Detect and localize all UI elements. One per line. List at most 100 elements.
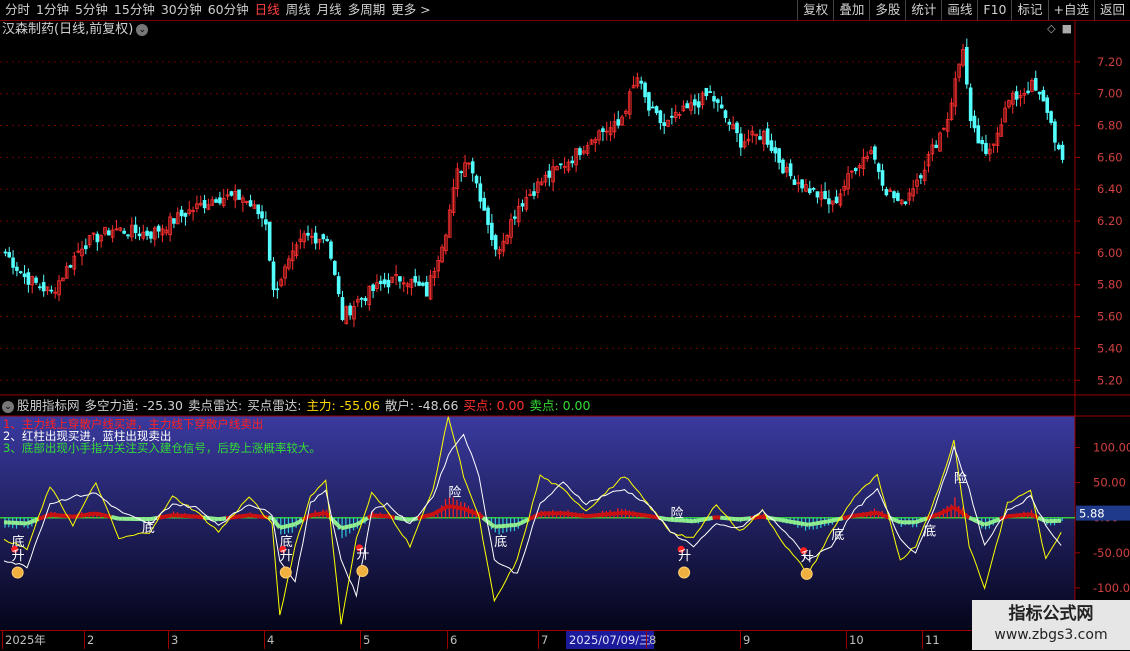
candle-38 bbox=[150, 231, 153, 243]
candle-132 bbox=[510, 213, 513, 244]
candle-body bbox=[1054, 122, 1057, 142]
candle-135 bbox=[521, 200, 524, 212]
candle-94 bbox=[364, 296, 367, 305]
candle-body bbox=[414, 277, 417, 283]
trend-segment-234 bbox=[896, 521, 900, 523]
candle-268 bbox=[1031, 78, 1034, 92]
trend-segment-260 bbox=[996, 519, 1000, 520]
candle-body bbox=[157, 226, 160, 231]
trend-segment-7 bbox=[27, 522, 31, 524]
price-label-5: 6.20 bbox=[1097, 214, 1123, 228]
candle-213 bbox=[820, 184, 823, 207]
candle-body bbox=[230, 192, 233, 196]
candle-2 bbox=[12, 250, 15, 274]
candle-body bbox=[977, 126, 980, 143]
candle-26 bbox=[104, 227, 107, 236]
candle-body bbox=[38, 287, 41, 288]
price-label-0: 7.20 bbox=[1097, 55, 1123, 69]
candle-body bbox=[418, 282, 421, 285]
candle-193 bbox=[743, 134, 746, 149]
finger-icon-4 bbox=[801, 568, 812, 579]
trend-segment-208 bbox=[797, 523, 801, 524]
candle-92 bbox=[356, 296, 359, 307]
candle-265 bbox=[1019, 90, 1022, 106]
candle-138 bbox=[533, 183, 536, 200]
candle-body bbox=[904, 202, 907, 204]
candle-body bbox=[1057, 145, 1060, 149]
candle-body bbox=[1034, 79, 1037, 91]
candle-18 bbox=[73, 252, 76, 275]
osc-label-1: 50.00 bbox=[1093, 476, 1126, 490]
candle-body bbox=[15, 267, 18, 270]
candle-259 bbox=[996, 127, 999, 152]
trend-segment-249 bbox=[954, 507, 958, 510]
trend-segment-83 bbox=[318, 514, 322, 515]
trend-segment-115 bbox=[441, 508, 445, 510]
candle-body bbox=[460, 172, 463, 173]
candle-body bbox=[337, 277, 340, 294]
date-label-9: 9 bbox=[740, 631, 750, 649]
indicator-field-1: 卖点雷达: bbox=[188, 398, 242, 413]
candle-111 bbox=[429, 270, 432, 300]
candle-158 bbox=[609, 121, 612, 141]
candle-180 bbox=[693, 94, 696, 114]
candle-134 bbox=[517, 198, 520, 227]
candle-body bbox=[824, 191, 827, 198]
candle-151 bbox=[582, 146, 585, 156]
candle-139 bbox=[536, 178, 539, 198]
candle-body bbox=[276, 289, 279, 290]
candle-body bbox=[1042, 90, 1045, 101]
candle-126 bbox=[487, 205, 490, 233]
candle-60 bbox=[234, 184, 237, 208]
candle-body bbox=[782, 160, 785, 173]
candle-body bbox=[379, 281, 382, 283]
candle-body bbox=[770, 141, 773, 151]
candle-133 bbox=[513, 210, 516, 225]
candle-257 bbox=[988, 143, 991, 161]
candle-body bbox=[789, 164, 792, 176]
candle-214 bbox=[824, 182, 827, 199]
candle-206 bbox=[793, 176, 796, 185]
trend-segment-92 bbox=[353, 525, 357, 526]
trend-segment-119 bbox=[456, 507, 460, 508]
candle-body bbox=[919, 176, 922, 178]
trend-segment-58 bbox=[222, 518, 226, 519]
candle-115 bbox=[444, 233, 447, 254]
bottom-marker-1: 底 bbox=[142, 520, 155, 536]
candle-body bbox=[801, 180, 804, 188]
candle-144 bbox=[556, 165, 559, 170]
indicator-field-4: 散户: -48.66 bbox=[385, 398, 458, 413]
candle-272 bbox=[1046, 95, 1049, 120]
candle-178 bbox=[686, 100, 689, 108]
date-label-2: 3 bbox=[168, 631, 178, 649]
trend-segment-204 bbox=[782, 520, 786, 521]
trend-segment-182 bbox=[697, 520, 701, 521]
candle-245 bbox=[942, 127, 945, 130]
candle-body bbox=[215, 200, 218, 203]
candle-121 bbox=[467, 162, 470, 169]
candle-42 bbox=[165, 226, 168, 236]
candle-body bbox=[873, 147, 876, 159]
candle-body bbox=[261, 212, 264, 218]
candle-20 bbox=[81, 241, 84, 265]
candle-57 bbox=[222, 189, 225, 207]
candle-body bbox=[349, 306, 352, 315]
candle-172 bbox=[663, 114, 666, 134]
chevron-down-icon[interactable]: ⌄ bbox=[2, 401, 14, 413]
trend-segment-240 bbox=[919, 520, 923, 521]
candle-110 bbox=[425, 276, 428, 296]
candle-243 bbox=[935, 140, 938, 148]
candle-body bbox=[69, 265, 72, 267]
candle-16 bbox=[65, 262, 68, 278]
trend-segment-166 bbox=[636, 514, 640, 515]
candle-229 bbox=[881, 164, 884, 191]
candle-body bbox=[1046, 98, 1049, 113]
price-label-1: 7.00 bbox=[1097, 87, 1123, 101]
chart-canvas: 7.207.006.806.606.406.206.005.805.605.40… bbox=[0, 0, 1130, 650]
candle-41 bbox=[161, 224, 164, 242]
candle-224 bbox=[862, 149, 865, 176]
candle-51 bbox=[199, 196, 202, 207]
candle-275 bbox=[1057, 142, 1060, 150]
rise-marker-0: 升 bbox=[12, 549, 25, 564]
candle-body bbox=[659, 111, 662, 123]
